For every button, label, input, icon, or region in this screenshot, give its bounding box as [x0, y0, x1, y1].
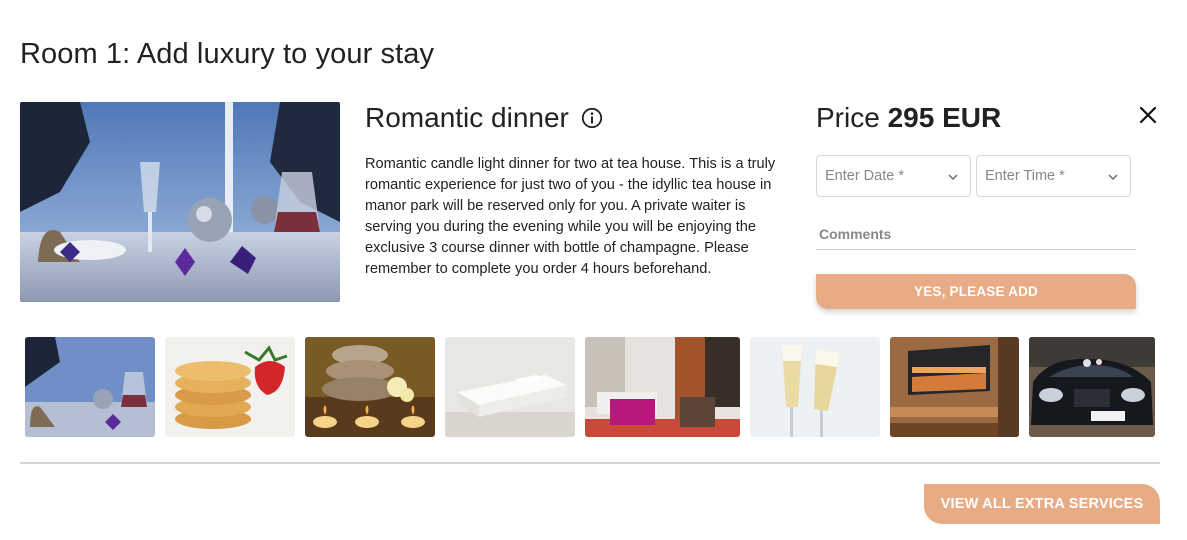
view-all-extra-services-button[interactable]: VIEW ALL EXTRA SERVICES	[924, 484, 1160, 524]
comments-placeholder: Comments	[819, 225, 892, 242]
service-hero-image	[20, 102, 340, 302]
service-title: Romantic dinner	[365, 102, 569, 133]
chevron-down-icon	[948, 174, 958, 180]
thumbnail-room-upgrade[interactable]	[585, 337, 740, 437]
info-circle-icon[interactable]	[581, 107, 603, 129]
divider	[20, 462, 1160, 464]
service-title-row: Romantic dinner	[365, 102, 603, 134]
date-select[interactable]: Enter Date *	[816, 155, 971, 197]
time-select-placeholder: Enter Time *	[985, 168, 1065, 184]
close-icon[interactable]	[1137, 104, 1159, 126]
price-value: 295 EUR	[887, 102, 1002, 133]
thumbnail-extra-bed[interactable]	[445, 337, 575, 437]
price-label: Price 295 EUR	[816, 102, 1001, 134]
thumbnail-romantic-dinner[interactable]	[25, 337, 155, 437]
price-prefix: Price	[816, 102, 880, 133]
thumbnail-sauna[interactable]	[890, 337, 1019, 437]
thumbnail-cookies[interactable]	[165, 337, 295, 437]
chevron-down-icon	[1108, 174, 1118, 180]
add-service-button[interactable]: YES, PLEASE ADD	[816, 274, 1136, 309]
comments-field[interactable]: Comments	[816, 218, 1136, 250]
thumbnail-spa[interactable]	[305, 337, 435, 437]
thumbnail-car-transfer[interactable]	[1029, 337, 1155, 437]
thumbnail-champagne[interactable]	[750, 337, 880, 437]
page-title: Room 1: Add luxury to your stay	[20, 38, 435, 70]
date-select-placeholder: Enter Date *	[825, 168, 904, 184]
service-description: Romantic candle light dinner for two at …	[365, 156, 776, 277]
time-select[interactable]: Enter Time *	[976, 155, 1131, 197]
